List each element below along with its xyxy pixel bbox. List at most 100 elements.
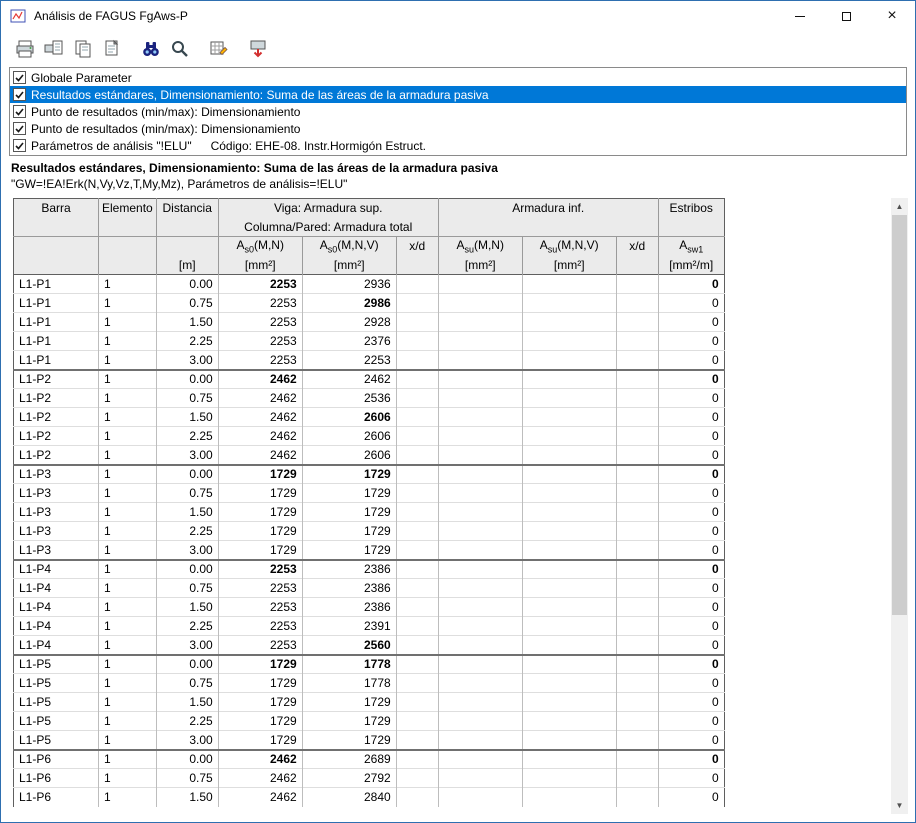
cell: 1	[99, 579, 157, 598]
cell	[522, 598, 616, 617]
table-row: L1-P511.50172917290	[14, 693, 725, 712]
cell	[438, 313, 522, 332]
cell: 2253	[218, 617, 302, 636]
cell: 2462	[218, 446, 302, 465]
checklist-item[interactable]: Parámetros de análisis "!ELU"Código: EHE…	[10, 137, 906, 154]
cell: 1	[99, 522, 157, 541]
table-row: L1-P110.75225329860	[14, 294, 725, 313]
cell: L1-P1	[14, 275, 99, 294]
cell: L1-P3	[14, 503, 99, 522]
search-options-icon	[169, 38, 191, 60]
col-header-xd-2: x/d	[616, 237, 658, 256]
cell: L1-P1	[14, 313, 99, 332]
checkbox[interactable]	[13, 88, 26, 101]
cell: 1	[99, 389, 157, 408]
cell	[396, 674, 438, 693]
cell: 0	[658, 332, 724, 351]
cell	[438, 598, 522, 617]
cell	[616, 389, 658, 408]
cell	[396, 731, 438, 750]
cell: 1	[99, 655, 157, 674]
cell	[522, 503, 616, 522]
table-row: L1-P310.75172917290	[14, 484, 725, 503]
col-header-asu-mn: Asu(M,N)	[438, 237, 522, 256]
edit-report-button[interactable]	[205, 36, 232, 63]
cell: 2462	[218, 750, 302, 769]
table-row: L1-P610.75246227920	[14, 769, 725, 788]
checklist-item[interactable]: Punto de resultados (min/max): Dimension…	[10, 103, 906, 120]
checkbox[interactable]	[13, 139, 26, 152]
cell: 0	[658, 769, 724, 788]
col-group-armadura-inf: Armadura inf.	[438, 199, 658, 218]
cell	[396, 579, 438, 598]
cell: 2253	[302, 351, 396, 370]
print-button[interactable]	[11, 36, 38, 63]
find-button[interactable]	[137, 36, 164, 63]
cell	[522, 446, 616, 465]
checkbox[interactable]	[13, 71, 26, 84]
cell: L1-P1	[14, 332, 99, 351]
cell: 0	[658, 693, 724, 712]
cell: 3.00	[156, 541, 218, 560]
check-icon	[14, 72, 25, 83]
cell: 2462	[302, 370, 396, 389]
close-button[interactable]: ×	[869, 1, 915, 31]
copy-button[interactable]	[98, 36, 125, 63]
maximize-button[interactable]	[823, 1, 869, 31]
titlebar[interactable]: Análisis de FAGUS FgAws-P ×	[1, 1, 915, 31]
unit-distancia: [m]	[156, 256, 218, 275]
minimize-icon	[795, 16, 805, 17]
cell: 2986	[302, 294, 396, 313]
copy-pages-button[interactable]	[69, 36, 96, 63]
cell	[396, 408, 438, 427]
cell	[438, 674, 522, 693]
cell: 1	[99, 712, 157, 731]
cell: 1	[99, 275, 157, 294]
checklist-item[interactable]: Globale Parameter	[10, 69, 906, 86]
vertical-scrollbar[interactable]: ▲ ▼	[891, 198, 908, 814]
cell	[616, 598, 658, 617]
cell: 0	[658, 313, 724, 332]
export-button[interactable]	[244, 36, 271, 63]
table-row: L1-P510.00172917780	[14, 655, 725, 674]
cell: 3.00	[156, 636, 218, 655]
scroll-up-icon[interactable]: ▲	[891, 198, 908, 215]
minimize-button[interactable]	[777, 1, 823, 31]
cell: 1	[99, 370, 157, 389]
search-options-button[interactable]	[166, 36, 193, 63]
cell: 0	[658, 541, 724, 560]
cell: 0	[658, 427, 724, 446]
cell	[616, 636, 658, 655]
cell: 1	[99, 560, 157, 579]
window-title: Análisis de FAGUS FgAws-P	[34, 9, 188, 23]
checklist-item[interactable]: Resultados estándares, Dimensionamiento:…	[10, 86, 906, 103]
cell	[522, 522, 616, 541]
cell	[396, 541, 438, 560]
cell	[396, 465, 438, 484]
cell: 0	[658, 731, 724, 750]
cell: 1.50	[156, 503, 218, 522]
cell: L1-P2	[14, 370, 99, 389]
cell: 1	[99, 313, 157, 332]
cell	[396, 598, 438, 617]
cell: 1729	[218, 674, 302, 693]
cell: 1729	[218, 522, 302, 541]
checkbox[interactable]	[13, 105, 26, 118]
scroll-down-icon[interactable]: ▼	[891, 797, 908, 814]
cell	[616, 465, 658, 484]
col-group-columna: Columna/Pared: Armadura total	[218, 218, 438, 237]
cell: L1-P3	[14, 465, 99, 484]
cell: 0	[658, 560, 724, 579]
col-header-xd-1: x/d	[396, 237, 438, 256]
scrollbar-thumb[interactable]	[892, 215, 907, 615]
print-preview-button[interactable]	[40, 36, 67, 63]
checklist-item[interactable]: Punto de resultados (min/max): Dimension…	[10, 120, 906, 137]
checkbox[interactable]	[13, 122, 26, 135]
cell	[616, 427, 658, 446]
cell	[396, 332, 438, 351]
table-row: L1-P611.50246228400	[14, 788, 725, 807]
cell	[522, 370, 616, 389]
cell: 2462	[218, 389, 302, 408]
check-icon	[14, 106, 25, 117]
cell: 1729	[302, 541, 396, 560]
